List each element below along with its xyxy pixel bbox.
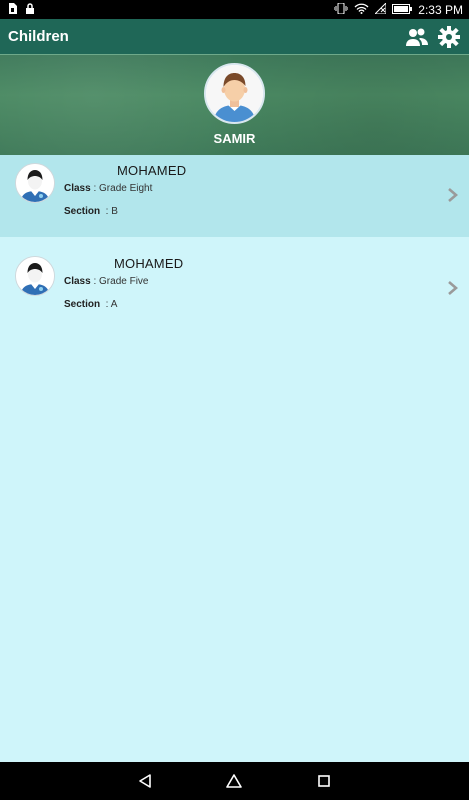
class-value: Grade Five bbox=[99, 276, 149, 287]
child-avatar bbox=[15, 256, 55, 296]
no-signal-icon bbox=[374, 1, 387, 17]
child-row[interactable]: MOHAMED Class : Grade Five Section : A bbox=[0, 248, 469, 330]
parents-icon[interactable] bbox=[405, 25, 429, 49]
student-avatar-icon bbox=[16, 257, 54, 295]
parent-header: SAMIR bbox=[0, 54, 469, 155]
vibrate-icon bbox=[333, 2, 349, 17]
section-value: B bbox=[111, 206, 118, 217]
chevron-right-icon bbox=[447, 281, 459, 295]
male-avatar-icon bbox=[206, 65, 263, 122]
page-title: Children bbox=[8, 28, 69, 45]
child-row[interactable]: MOHAMED Class : Grade Eight Section : B bbox=[0, 155, 469, 237]
section-value: A bbox=[110, 299, 118, 310]
app-actions bbox=[405, 25, 461, 49]
class-label: Class bbox=[64, 276, 91, 287]
class-value: Grade Eight bbox=[99, 183, 153, 194]
child-name: MOHAMED bbox=[114, 256, 184, 271]
app-bar: Children bbox=[0, 19, 469, 54]
system-nav-bar bbox=[0, 762, 469, 800]
student-avatar-icon bbox=[16, 164, 54, 202]
child-class: Class : Grade Five bbox=[64, 276, 149, 287]
wifi-icon bbox=[354, 3, 369, 17]
parent-name: SAMIR bbox=[213, 131, 256, 146]
status-time: 2:33 PM bbox=[418, 2, 463, 17]
battery-icon bbox=[392, 3, 413, 17]
child-section: Section : A bbox=[64, 299, 118, 310]
section-label: Section bbox=[64, 299, 101, 310]
status-right: 2:33 PM bbox=[333, 1, 463, 17]
class-label: Class bbox=[64, 183, 91, 194]
back-icon[interactable] bbox=[133, 769, 157, 793]
child-class: Class : Grade Eight bbox=[64, 183, 153, 194]
child-avatar bbox=[15, 163, 55, 203]
chevron-right-icon bbox=[447, 188, 459, 202]
status-left bbox=[8, 2, 35, 17]
settings-icon[interactable] bbox=[437, 25, 461, 49]
child-name: MOHAMED bbox=[117, 163, 187, 178]
sim-card-icon bbox=[8, 2, 17, 17]
status-bar: 2:33 PM bbox=[0, 0, 469, 19]
section-label: Section bbox=[64, 206, 101, 217]
recents-icon[interactable] bbox=[312, 769, 336, 793]
home-icon[interactable] bbox=[222, 769, 246, 793]
parent-avatar[interactable] bbox=[204, 63, 265, 124]
child-section: Section : B bbox=[64, 206, 118, 217]
children-list: MOHAMED Class : Grade Eight Section : B … bbox=[0, 155, 469, 330]
lock-icon bbox=[25, 2, 35, 17]
